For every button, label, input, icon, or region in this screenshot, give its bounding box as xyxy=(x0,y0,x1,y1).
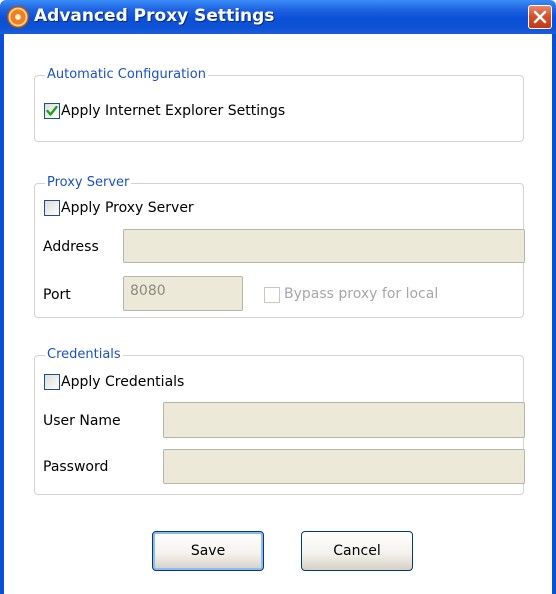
proxy-server-legend: Proxy Server xyxy=(45,175,132,191)
password-field[interactable] xyxy=(163,449,525,484)
address-label: Address xyxy=(43,239,99,255)
user-name-label: User Name xyxy=(43,413,121,429)
apply-credentials-checkbox[interactable] xyxy=(44,374,60,390)
cancel-button[interactable]: Cancel xyxy=(301,531,413,571)
password-label: Password xyxy=(43,459,109,475)
automatic-configuration-legend: Automatic Configuration xyxy=(45,67,208,83)
check-mark-icon xyxy=(46,105,58,116)
advanced-proxy-settings-dialog: Advanced Proxy Settings Automatic Config… xyxy=(0,0,556,594)
apply-proxy-server-checkbox[interactable] xyxy=(44,200,60,216)
save-button[interactable]: Save xyxy=(152,531,264,571)
automatic-configuration-group: Automatic Configuration Apply Internet E… xyxy=(34,67,524,142)
window-title: Advanced Proxy Settings xyxy=(34,6,275,26)
apply-proxy-server-label[interactable]: Apply Proxy Server xyxy=(61,199,194,217)
port-field[interactable]: 8080 xyxy=(123,276,243,311)
port-label: Port xyxy=(43,287,71,303)
close-button[interactable] xyxy=(528,5,552,29)
address-field[interactable] xyxy=(123,229,525,263)
app-icon xyxy=(8,7,28,27)
close-icon xyxy=(533,10,547,24)
credentials-group: Credentials Apply Credentials User Name … xyxy=(34,347,525,495)
dialog-body: Automatic Configuration Apply Internet E… xyxy=(4,34,552,594)
bypass-proxy-local-label[interactable]: Bypass proxy for local xyxy=(284,285,438,303)
bypass-proxy-local-checkbox[interactable] xyxy=(264,287,280,303)
proxy-server-group: Proxy Server Apply Proxy Server Address … xyxy=(34,175,525,318)
window-frame-right xyxy=(552,34,556,594)
apply-credentials-label[interactable]: Apply Credentials xyxy=(61,373,184,391)
apply-ie-settings-checkbox[interactable] xyxy=(44,103,60,119)
apply-ie-settings-label[interactable]: Apply Internet Explorer Settings xyxy=(61,102,285,120)
credentials-legend: Credentials xyxy=(45,347,123,363)
title-bar[interactable]: Advanced Proxy Settings xyxy=(0,0,556,34)
user-name-field[interactable] xyxy=(163,402,525,438)
